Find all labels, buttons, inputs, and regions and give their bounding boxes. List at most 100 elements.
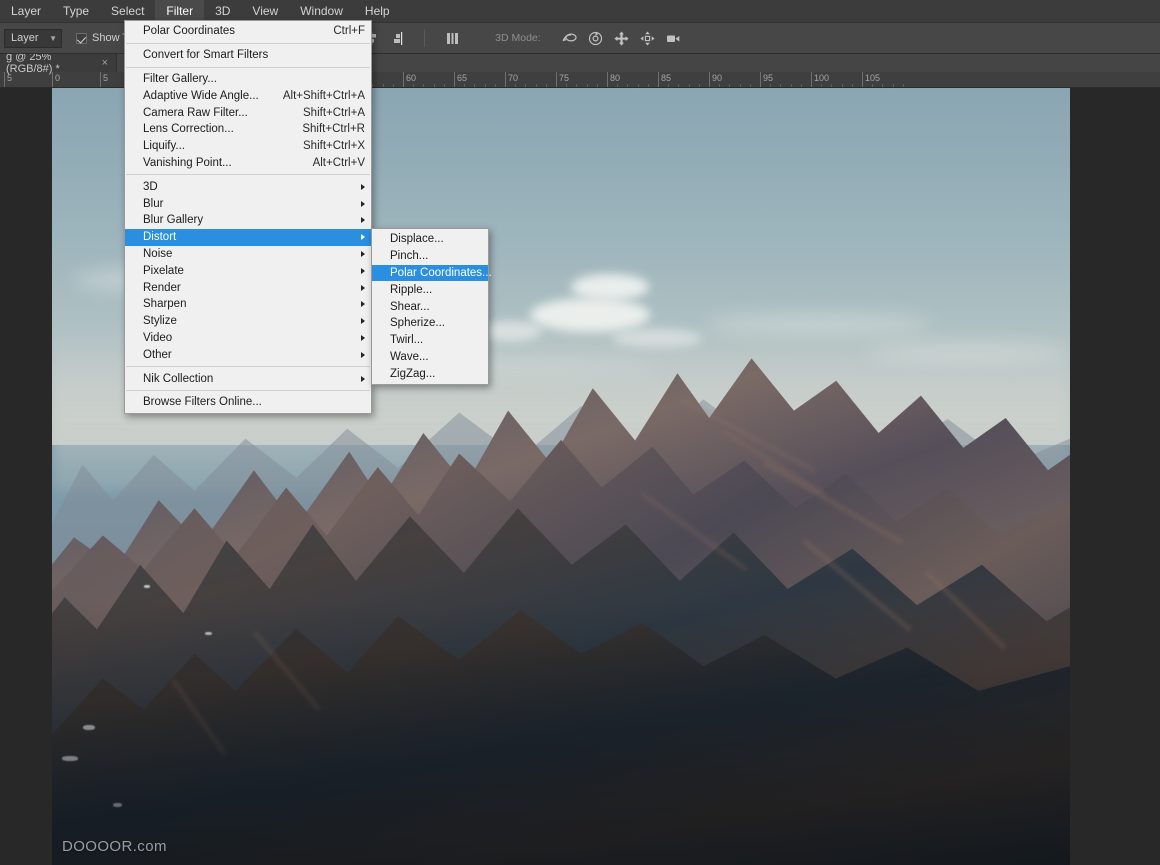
menu-item-stylize[interactable]: Stylize (125, 313, 371, 330)
menu-item-render[interactable]: Render (125, 279, 371, 296)
ruler-minor-tick (903, 84, 904, 88)
scale-3d-object-icon[interactable] (661, 27, 687, 49)
menu-item-adaptive-wide-angle[interactable]: Adaptive Wide Angle...Alt+Shift+Ctrl+A (125, 87, 371, 104)
menubar-item-layer[interactable]: Layer (0, 0, 52, 23)
menu-item-video[interactable]: Video (125, 330, 371, 347)
menu-item-blur-gallery[interactable]: Blur Gallery (125, 212, 371, 229)
ruler-label: 85 (661, 73, 671, 83)
filter-dropdown-menu[interactable]: Polar Coordinates Ctrl+F Convert for Smart… (124, 20, 372, 414)
cloud-shape (530, 298, 650, 332)
menu-item-label: Sharpen (143, 298, 186, 310)
menu-item-zigzag[interactable]: ZigZag... (372, 365, 488, 382)
menu-item-label: Nik Collection (143, 373, 213, 385)
menu-item-pinch[interactable]: Pinch... (372, 248, 488, 265)
ruler-minor-tick (515, 84, 516, 88)
menu-item-label: Polar Coordinates (143, 25, 235, 37)
ruler-minor-tick (872, 84, 873, 88)
ruler-minor-tick (678, 84, 679, 88)
menu-item-polar-coordinates[interactable]: Polar Coordinates Ctrl+F (125, 23, 371, 40)
menu-item-shortcut: Ctrl+F (311, 25, 365, 37)
chevron-right-icon (361, 251, 365, 257)
ruler-tick (4, 72, 5, 88)
menu-item-polar-coordinates[interactable]: Polar Coordinates... (372, 265, 488, 282)
ruler-minor-tick (474, 84, 475, 88)
ruler-tick (454, 72, 455, 88)
document-tab[interactable]: g @ 25% (RGB/8#) * × (0, 54, 117, 72)
menu-item-spherize[interactable]: Spherize... (372, 315, 488, 332)
auto-select-scope-dropdown[interactable]: Layer ▼ (4, 29, 62, 48)
menubar-item-type[interactable]: Type (52, 0, 100, 23)
menu-item-label: Convert for Smart Filters (143, 49, 268, 61)
menu-item-shear[interactable]: Shear... (372, 298, 488, 315)
menu-item-liquify[interactable]: Liquify...Shift+Ctrl+X (125, 138, 371, 155)
menu-item-shortcut: Alt+Shift+Ctrl+A (261, 90, 365, 102)
chevron-right-icon (361, 376, 365, 382)
chevron-right-icon (361, 285, 365, 291)
menu-separator (126, 43, 370, 44)
ruler-minor-tick (464, 84, 465, 88)
chevron-down-icon: ▼ (49, 34, 57, 43)
menu-item-shortcut: Alt+Ctrl+V (291, 157, 365, 169)
ruler-label: 5 (103, 73, 108, 83)
menu-item-displace[interactable]: Displace... (372, 231, 488, 248)
menu-item-3d[interactable]: 3D (125, 178, 371, 195)
menu-item-nik-collection[interactable]: Nik Collection (125, 370, 371, 387)
ruler-minor-tick (893, 84, 894, 88)
ruler-minor-tick (393, 84, 394, 88)
ruler-minor-tick (852, 84, 853, 88)
menu-item-label: Wave... (390, 351, 429, 363)
menu-item-label: Adaptive Wide Angle... (143, 90, 259, 102)
divider (424, 29, 425, 47)
menu-item-pixelate[interactable]: Pixelate (125, 262, 371, 279)
align-right-edges-icon[interactable] (384, 27, 410, 49)
menu-item-label: Vanishing Point... (143, 157, 232, 169)
menu-item-wave[interactable]: Wave... (372, 349, 488, 366)
ruler-tick (100, 72, 101, 88)
ruler-minor-tick (791, 84, 792, 88)
menu-item-filter-gallery[interactable]: Filter Gallery... (125, 71, 371, 88)
ruler-minor-tick (770, 84, 771, 88)
distribute-horizontal-icon[interactable] (439, 27, 465, 49)
rotate-3d-object-icon[interactable] (557, 27, 583, 49)
menu-item-label: 3D (143, 181, 158, 193)
chevron-right-icon (361, 335, 365, 341)
ruler-tick (709, 72, 710, 88)
menu-item-ripple[interactable]: Ripple... (372, 281, 488, 298)
menu-item-sharpen[interactable]: Sharpen (125, 296, 371, 313)
menu-item-label: Distort (143, 231, 176, 243)
roll-3d-object-icon[interactable] (583, 27, 609, 49)
ruler-label: 60 (406, 73, 416, 83)
menu-item-label: Twirl... (390, 334, 423, 346)
menu-item-twirl[interactable]: Twirl... (372, 332, 488, 349)
ruler-minor-tick (372, 84, 373, 88)
ruler-minor-tick (668, 84, 669, 88)
menu-item-blur[interactable]: Blur (125, 195, 371, 212)
menu-item-label: Spherize... (390, 317, 445, 329)
menu-item-camera-raw-filter[interactable]: Camera Raw Filter...Shift+Ctrl+A (125, 104, 371, 121)
ruler-minor-tick (597, 84, 598, 88)
ruler-label: 70 (508, 73, 518, 83)
ruler-minor-tick (627, 84, 628, 88)
menu-item-label: Blur Gallery (143, 214, 203, 226)
ruler-minor-tick (566, 84, 567, 88)
chevron-right-icon (361, 201, 365, 207)
menu-item-browse-filters-online[interactable]: Browse Filters Online... (125, 394, 371, 411)
3d-mode-buttons-group (557, 27, 687, 49)
slide-3d-object-icon[interactable] (635, 27, 661, 49)
menu-item-noise[interactable]: Noise (125, 246, 371, 263)
distort-submenu[interactable]: Displace...Pinch...Polar Coordinates...R… (371, 228, 489, 385)
chevron-right-icon (361, 352, 365, 358)
ruler-tick (607, 72, 608, 88)
menu-item-vanishing-point[interactable]: Vanishing Point... Alt+Ctrl+V (125, 155, 371, 172)
ruler-minor-tick (831, 84, 832, 88)
drag-3d-object-icon[interactable] (609, 27, 635, 49)
ruler-label: 75 (559, 73, 569, 83)
photoshop-window: LayerTypeSelectFilter3DViewWindowHelp La… (0, 0, 1160, 865)
menu-separator (126, 390, 370, 391)
menu-item-distort[interactable]: Distort (125, 229, 371, 246)
menu-item-label: Stylize (143, 315, 177, 327)
close-icon[interactable]: × (102, 57, 108, 69)
menu-item-other[interactable]: Other (125, 346, 371, 363)
menu-item-convert-for-smart-filters[interactable]: Convert for Smart Filters (125, 47, 371, 64)
menu-item-lens-correction[interactable]: Lens Correction...Shift+Ctrl+R (125, 121, 371, 138)
